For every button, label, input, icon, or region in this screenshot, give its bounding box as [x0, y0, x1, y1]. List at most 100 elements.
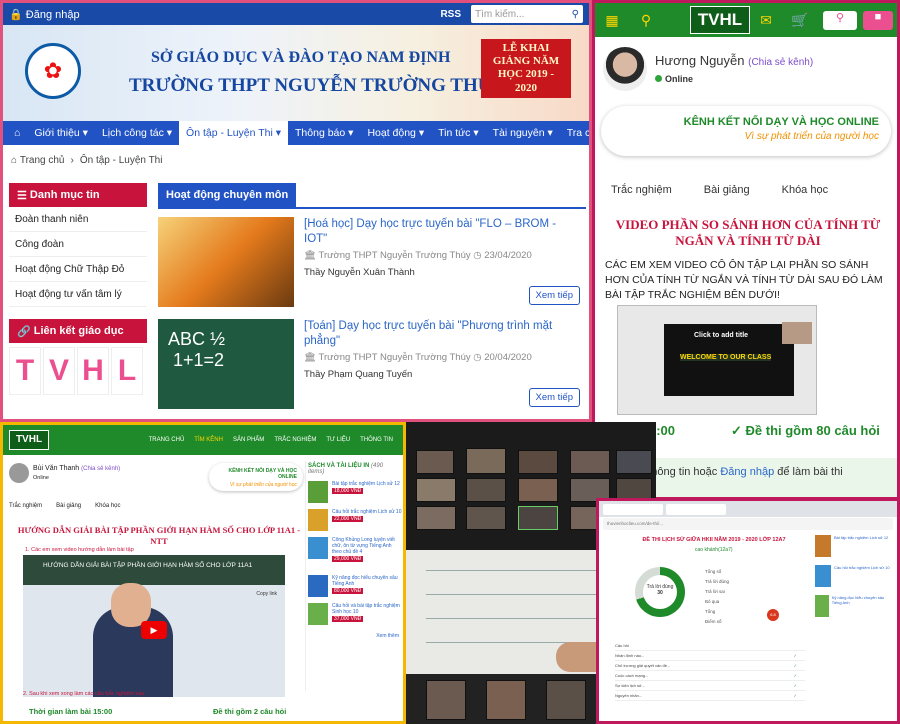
- browser-tab[interactable]: [603, 503, 663, 515]
- search-icon[interactable]: ⚲: [629, 12, 663, 29]
- participant-tile[interactable]: [486, 680, 526, 720]
- post-title[interactable]: [Hoá học] Dạy học trực tuyến bài "FLO – …: [304, 217, 580, 247]
- nav-item[interactable]: Tài nguyên ▾: [486, 121, 560, 145]
- book-item[interactable]: Câu hỏi trắc nghiệm Lịch sử 10: [815, 565, 893, 591]
- post-thumbnail-math[interactable]: ABC ½ 1+1=2: [158, 319, 294, 409]
- search-input[interactable]: Tìm kiếm...: [475, 9, 524, 20]
- avatar[interactable]: [9, 463, 29, 483]
- mail-icon[interactable]: ✉: [749, 12, 783, 29]
- browser-tab[interactable]: [666, 503, 726, 515]
- breadcrumb: ⌂ Trang chủ › Ôn tập - Luyện Thi: [3, 145, 589, 175]
- share-channel-link[interactable]: (Chia sẻ kênh): [81, 466, 120, 472]
- score-center: Trả lời đúng 30: [643, 575, 677, 609]
- list-icon: ☰: [17, 189, 30, 202]
- nav-item[interactable]: THÔNG TIN: [360, 437, 393, 443]
- table-row[interactable]: Sự kiện lịch sử... ✓: [615, 681, 805, 691]
- post-thumbnail-chemistry[interactable]: [158, 217, 294, 307]
- rss-link[interactable]: RSS: [440, 9, 461, 20]
- check-icon: ✓: [793, 683, 797, 688]
- table-row[interactable]: Chủ trương giải quyết vấn đề... ✓: [615, 661, 805, 671]
- share-channel-link[interactable]: (Chia sẻ kênh): [748, 57, 813, 68]
- nav-item[interactable]: TRẮC NGHIỆM: [274, 437, 316, 443]
- participant-tile[interactable]: [416, 450, 454, 474]
- avatar[interactable]: [603, 47, 647, 91]
- participant-tile[interactable]: [570, 450, 610, 474]
- book-item[interactable]: Kỹ năng đọc hiểu chuyên sâu Tiếng Anh: [815, 595, 893, 621]
- tab-quiz[interactable]: Trắc nghiệm: [9, 503, 42, 509]
- participant-tile-active[interactable]: [518, 506, 558, 530]
- nav-item[interactable]: Thông báo ▾: [288, 121, 360, 145]
- participant-tile[interactable]: [616, 450, 652, 474]
- youtube-player[interactable]: HƯỚNG DẪN GIẢI BÀI TẬP PHẦN GIỚI HẠN HÀM…: [23, 555, 285, 697]
- address-bar[interactable]: thuvienhoclieu.com/de-thi/...: [603, 518, 893, 530]
- tab-courses[interactable]: Khóa học: [95, 503, 120, 509]
- banner-school-name: TRƯỜNG THPT NGUYỄN TRƯỜNG THÚY: [129, 75, 506, 96]
- play-icon[interactable]: ▶: [141, 621, 167, 639]
- tvhl-banner[interactable]: T V H L: [9, 347, 147, 395]
- breadcrumb-current[interactable]: Ôn tập - Luyện Thi: [80, 155, 163, 166]
- cart-icon[interactable]: 🛒: [783, 12, 817, 29]
- nav-item[interactable]: TÌM KÊNH: [194, 437, 223, 443]
- nav-item[interactable]: TRANG CHỦ: [149, 437, 185, 443]
- grid-icon[interactable]: ▦: [595, 12, 629, 29]
- login-link[interactable]: Đăng nhập: [720, 466, 774, 478]
- tab-quiz[interactable]: Trắc nghiệm: [611, 184, 672, 196]
- sidebar-item[interactable]: Công đoàn: [9, 232, 147, 257]
- video-player[interactable]: Click to add title WELCOME TO OUR CLASS: [617, 305, 817, 415]
- participant-tile[interactable]: [466, 448, 506, 474]
- nav-item[interactable]: SẢN PHẨM: [233, 437, 264, 443]
- table-row[interactable]: Nhận định nào... ✓: [615, 651, 805, 661]
- search-icon[interactable]: ⚲: [572, 9, 579, 20]
- nav-item[interactable]: TƯ LIỆU: [326, 437, 350, 443]
- sidebar-item[interactable]: Đoàn thanh niên: [9, 207, 147, 232]
- exam-title: ĐỀ THI LỊCH SỬ GIỮA HKII NĂM 2019 - 2020…: [642, 537, 786, 543]
- tvhl-logo[interactable]: TVHL: [690, 6, 750, 34]
- tab-lessons[interactable]: Bài giảng: [704, 184, 750, 196]
- nav-item[interactable]: Tin tức ▾: [431, 121, 486, 145]
- post-title[interactable]: [Toán] Dạy học trực tuyến bài "Phương tr…: [304, 319, 580, 349]
- book-item[interactable]: Công Khủng Long luyện viết chữ, ôn từ vự…: [308, 537, 403, 571]
- participant-tile[interactable]: [546, 680, 586, 720]
- read-more-button[interactable]: Xem tiếp: [528, 286, 580, 305]
- search-box[interactable]: Tìm kiếm... ⚲: [471, 5, 583, 23]
- channel-tabs: Trắc nghiệm Bài giảng Khóa học: [9, 503, 121, 509]
- book-item[interactable]: Bài tập trắc nghiệm Lịch sử 12: [815, 535, 893, 561]
- book-item[interactable]: Câu hỏi trắc nghiệm Lịch sử 10 22,000 VNĐ: [308, 509, 403, 533]
- home-icon[interactable]: ⌂: [7, 121, 27, 145]
- check-circle-icon: ✓: [731, 423, 746, 438]
- key-icon[interactable]: ⚲: [823, 11, 857, 30]
- table-row[interactable]: Cuộc cách mạng... ✓: [615, 671, 805, 681]
- participant-tile[interactable]: [416, 506, 456, 530]
- read-more-button[interactable]: Xem tiếp: [528, 388, 580, 407]
- sidebar-item[interactable]: Hoạt động Chữ Thập Đỏ: [9, 257, 147, 282]
- tvhl-top-bar: TVHL TRANG CHỦ TÌM KÊNH SẢN PHẨM TRẮC NG…: [3, 425, 403, 455]
- nav-item[interactable]: Tra cứu ▾: [560, 121, 589, 145]
- school-logo[interactable]: ✿: [25, 43, 81, 99]
- home-icon[interactable]: ⌂: [11, 155, 20, 166]
- tab-courses[interactable]: Khóa học: [782, 184, 828, 196]
- book-item[interactable]: Kỹ năng đọc hiểu chuyên sâu Tiếng Anh 80,…: [308, 575, 403, 599]
- see-more-link[interactable]: Xem thêm: [306, 633, 403, 639]
- participant-tile[interactable]: [426, 680, 466, 720]
- copy-link-button[interactable]: Copy link: [256, 591, 277, 597]
- login-link[interactable]: 🔒 Đăng nhập: [9, 8, 80, 21]
- breadcrumb-home[interactable]: Trang chủ: [20, 155, 65, 166]
- lock-icon[interactable]: ■: [863, 11, 893, 30]
- channel-tagline: Vì sự phát triển của người học: [744, 131, 879, 142]
- participant-tile[interactable]: [416, 478, 456, 502]
- book-item[interactable]: Câu hỏi và bài tập trắc nghiệm Sinh học …: [308, 603, 403, 627]
- nav-item[interactable]: Giới thiệu ▾: [27, 121, 95, 145]
- participant-tile[interactable]: [518, 450, 558, 474]
- nav-item-active[interactable]: Ôn tập - Luyện Thi ▾: [179, 121, 289, 145]
- sidebar-item[interactable]: Hoạt động tư vấn tâm lý: [9, 282, 147, 307]
- participant-tile[interactable]: [466, 506, 506, 530]
- book-item[interactable]: Bài tập trắc nghiệm Lịch sử 12 18,000 VNĐ: [308, 481, 403, 505]
- nav-item[interactable]: Lịch công tác ▾: [95, 121, 179, 145]
- participant-tile[interactable]: [466, 478, 506, 502]
- nav-item[interactable]: Hoạt động ▾: [360, 121, 431, 145]
- tab-lessons[interactable]: Bài giảng: [56, 503, 81, 509]
- tvhl-logo[interactable]: TVHL: [9, 430, 49, 450]
- channel-tagline: Vì sự phát triển của người học: [229, 482, 297, 488]
- table-row[interactable]: Nguyên nhân... ✓: [615, 691, 805, 701]
- participant-tile[interactable]: [518, 478, 558, 502]
